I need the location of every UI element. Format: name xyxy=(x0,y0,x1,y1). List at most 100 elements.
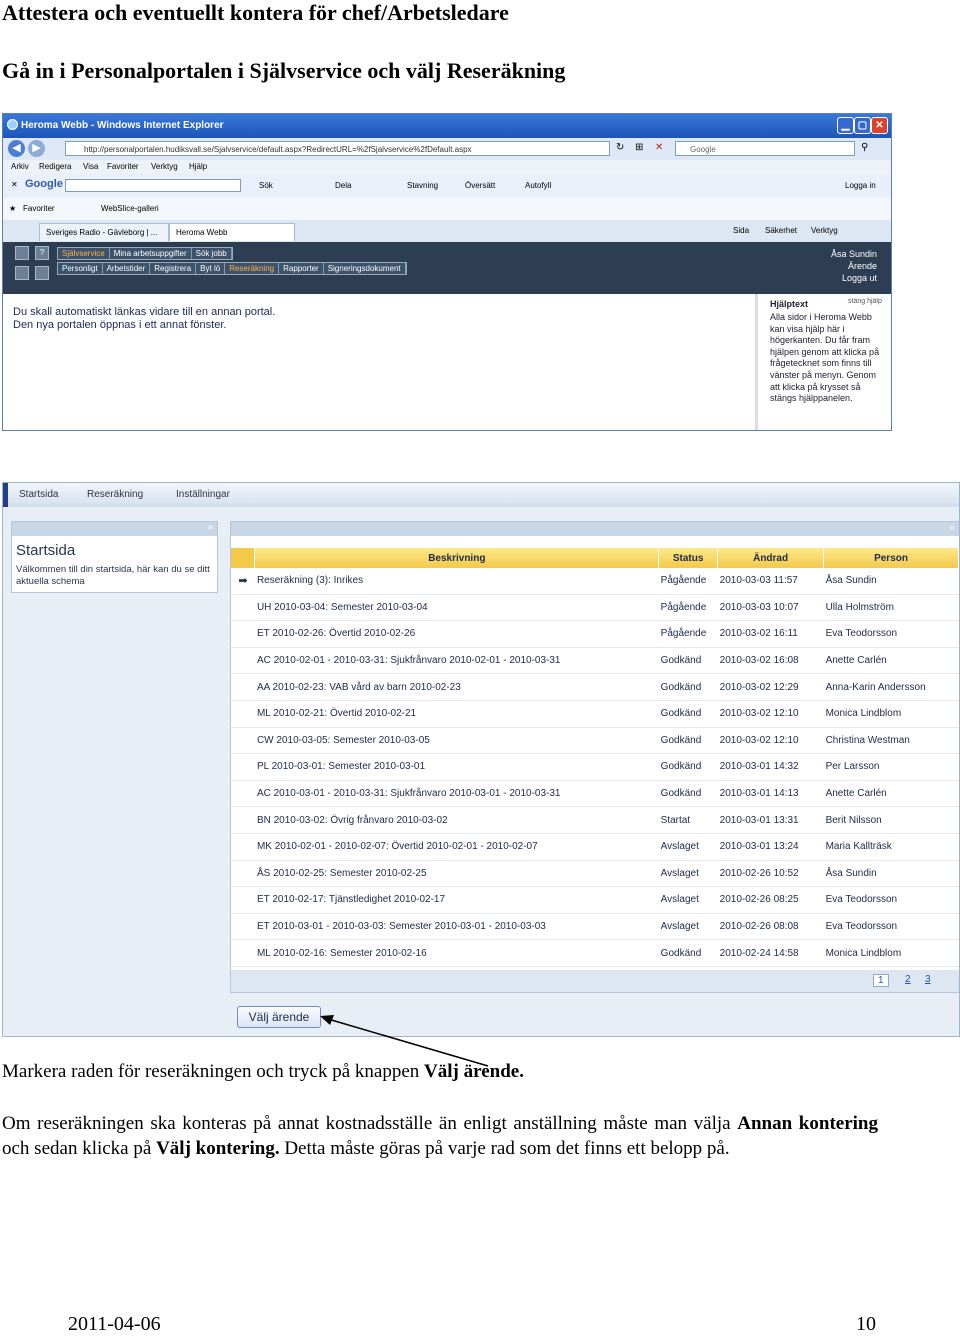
toolbar-item[interactable]: Översätt xyxy=(465,181,495,190)
portal-submenu-item[interactable]: Rapporter xyxy=(279,263,324,274)
maximize-icon[interactable]: ▢ xyxy=(854,117,871,134)
forward-icon[interactable]: ▶ xyxy=(28,140,45,157)
portal-submenu-item[interactable]: Signeringsdokument xyxy=(324,263,406,274)
toolbar-item[interactable]: Sök xyxy=(259,181,273,190)
rss-icon[interactable]: ⊞ xyxy=(635,142,643,153)
row-description: ÅS 2010-02-25: Semester 2010-02-25 xyxy=(254,860,659,888)
table-row[interactable]: PL 2010-03-01: Semester 2010-03-01 Godkän… xyxy=(231,753,959,781)
table-row[interactable]: MK 2010-02-01 - 2010-02-07: Övertid 2010… xyxy=(231,833,959,861)
app-tab[interactable]: Inställningar xyxy=(176,489,230,500)
google-search-input[interactable] xyxy=(65,179,241,192)
stop-icon[interactable]: ✕ xyxy=(655,142,663,153)
case-table: Beskrivning Status Ändrad Person ➡ Reserä… xyxy=(231,548,959,967)
app-tab[interactable]: Startsida xyxy=(19,489,58,500)
close-toolbar-icon[interactable]: ✕ xyxy=(11,180,18,189)
table-row[interactable]: CW 2010-03-05: Semester 2010-03-05 Godkän… xyxy=(231,727,959,755)
user-role[interactable]: Ärende xyxy=(831,260,877,272)
row-status: Godkänd xyxy=(658,727,718,755)
tab-tool[interactable]: Säkerhet xyxy=(765,226,797,235)
table-row[interactable]: AA 2010-02-23: VAB vård av barn 2010-02-… xyxy=(231,673,959,701)
search-icon[interactable]: ⚲ xyxy=(861,142,868,153)
toolbar-item[interactable]: Autofyll xyxy=(525,181,551,190)
table-row[interactable]: UH 2010-03-04: Semester 2010-03-04 Pågåen… xyxy=(231,594,959,622)
toolbar-item[interactable]: Logga in xyxy=(845,181,876,190)
toolbar-item[interactable]: Dela xyxy=(335,181,351,190)
webslice-link[interactable]: WebSlice-galleri xyxy=(101,204,159,213)
column-header[interactable]: Ändrad xyxy=(717,548,825,568)
column-header[interactable]: Status xyxy=(658,548,719,568)
column-header[interactable]: Person xyxy=(823,548,959,568)
table-row[interactable]: ML 2010-02-21: Övertid 2010-02-21 Godkänd… xyxy=(231,700,959,728)
help-icon[interactable]: ? xyxy=(35,246,49,260)
table-row[interactable]: AC 2010-02-01 - 2010-03-31: Sjukfrånvaro… xyxy=(231,647,959,675)
table-row[interactable]: AC 2010-03-01 - 2010-03-31: Sjukfrånvaro… xyxy=(231,780,959,808)
table-row[interactable]: ET 2010-02-26: Övertid 2010-02-26 Pågåend… xyxy=(231,620,959,648)
row-status: Godkänd xyxy=(658,939,718,967)
table-row[interactable]: ET 2010-03-01 - 2010-03-03: Semester 201… xyxy=(231,913,959,941)
row-marker xyxy=(231,806,255,834)
tab-tool[interactable]: Verktyg xyxy=(811,226,838,235)
logout-link[interactable]: Logga ut xyxy=(831,272,877,284)
menu-item[interactable]: Visa xyxy=(83,162,98,171)
portal-menu-item[interactable]: Mina arbetsuppgifter xyxy=(110,248,192,259)
table-row[interactable]: ET 2010-02-17: Tjänstledighet 2010-02-17… xyxy=(231,886,959,914)
menu-item[interactable]: Favoriter xyxy=(107,162,139,171)
search-input[interactable]: Google xyxy=(675,141,855,156)
portal-submenu-item[interactable]: Byt lö xyxy=(196,263,226,274)
portal-content: Du skall automatiskt länkas vidare till … xyxy=(3,294,755,430)
page-link[interactable]: 2 xyxy=(905,974,911,985)
portal-menu-item[interactable]: Sök jobb xyxy=(192,248,232,259)
minimize-icon[interactable]: ▁ xyxy=(837,117,854,134)
help-text: Alla sidor i Heroma Webb kan visa hjälp … xyxy=(770,312,880,404)
table-row[interactable]: ➡ Reseräkning (3): Inrikes Pågående 2010-03… xyxy=(231,568,959,595)
user-name: Åsa Sundin xyxy=(830,249,877,259)
tab-bar: Sveriges Radio - Gävleborg | ... Heroma … xyxy=(3,220,891,243)
page-link[interactable]: 3 xyxy=(925,974,931,985)
table-row[interactable]: ÅS 2010-02-25: Semester 2010-02-25 Avslag… xyxy=(231,860,959,888)
page-link-current[interactable]: 1 xyxy=(873,974,889,987)
row-description: AC 2010-02-01 - 2010-03-31: Sjukfrånvaro… xyxy=(254,647,659,675)
table-row[interactable]: ML 2010-02-16: Semester 2010-02-16 Godkän… xyxy=(231,939,959,967)
row-person: Åsa Sundin xyxy=(823,568,959,595)
browser-tab[interactable]: Sveriges Radio - Gävleborg | ... xyxy=(39,223,169,241)
menu-item[interactable]: Arkiv xyxy=(11,162,29,171)
row-changed: 2010-03-02 16:08 xyxy=(717,647,824,675)
refresh-icon[interactable]: ↻ xyxy=(616,142,624,153)
favorites-star-icon[interactable]: ★ xyxy=(9,204,16,213)
collapse-icon[interactable]: » xyxy=(207,522,213,533)
portal-submenu-item[interactable]: Personligt xyxy=(58,263,103,274)
browser-tab-active[interactable]: Heroma Webb xyxy=(169,223,295,241)
column-header[interactable]: Beskrivning xyxy=(254,548,660,568)
row-person: Eva Teodorsson xyxy=(823,620,959,648)
portal-icon[interactable] xyxy=(15,266,29,280)
menu-item[interactable]: Verktyg xyxy=(151,162,178,171)
collapse-icon[interactable]: » xyxy=(949,522,955,533)
favorites-label[interactable]: Favoriter xyxy=(23,204,55,213)
close-help-link[interactable]: stäng hjälp xyxy=(848,298,882,305)
portal-submenu-item[interactable]: Registrera xyxy=(150,263,197,274)
instruction-paragraph: Om reseräkningen ska konteras på annat k… xyxy=(2,1111,878,1161)
back-icon[interactable]: ◀ xyxy=(8,140,25,157)
caption-text: Markera raden för reseräkningen och tryc… xyxy=(2,1061,425,1082)
address-input[interactable]: http://personalportalen.hudiksvall.se/Sj… xyxy=(65,141,610,156)
portal-submenu-item-resrakning[interactable]: Reseräkning xyxy=(225,263,280,274)
row-changed: 2010-03-01 14:13 xyxy=(717,780,824,808)
ie-title: Heroma Webb - Windows Internet Explorer xyxy=(21,120,224,131)
app-tab[interactable]: Reseräkning xyxy=(87,489,143,500)
window-icon[interactable] xyxy=(35,266,49,280)
table-row[interactable]: BN 2010-03-02: Övrig frånvaro 2010-03-02… xyxy=(231,806,959,834)
menu-item[interactable]: Redigera xyxy=(39,162,71,171)
portal-submenu-item[interactable]: Arbetstider xyxy=(103,263,151,274)
toolbar-item[interactable]: Stavning xyxy=(407,181,438,190)
portal-menu-item[interactable]: Självservice xyxy=(58,248,110,259)
select-case-button[interactable]: Välj ärende xyxy=(237,1006,321,1028)
row-changed: 2010-03-03 11:57 xyxy=(717,568,824,595)
help-panel: Hjälptext stäng hjälp Alla sidor i Herom… xyxy=(755,294,891,430)
row-person: Anette Carlén xyxy=(823,780,959,808)
close-icon[interactable]: ✕ xyxy=(871,117,888,134)
home-icon[interactable] xyxy=(15,246,29,260)
menu-item[interactable]: Hjälp xyxy=(189,162,207,171)
row-person: Berit Nilsson xyxy=(823,806,959,834)
tab-tool[interactable]: Sida xyxy=(733,226,749,235)
row-description: ET 2010-02-26: Övertid 2010-02-26 xyxy=(254,620,659,648)
